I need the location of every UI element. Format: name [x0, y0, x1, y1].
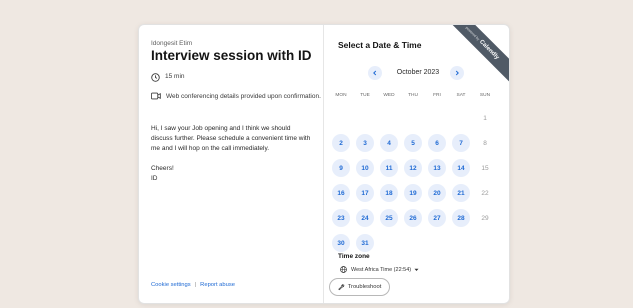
calendar-day-unavailable: 1 — [483, 114, 487, 122]
calendar-day-available[interactable]: 6 — [428, 134, 446, 152]
timezone-value: West Africa Time (22:54) — [351, 266, 412, 273]
footer-separator: | — [194, 282, 197, 288]
calendar-day-available[interactable]: 21 — [452, 184, 470, 202]
calendar-day-available[interactable]: 11 — [380, 159, 398, 177]
wrench-icon — [338, 283, 344, 290]
timezone-selector[interactable]: West Africa Time (22:54) — [340, 266, 423, 273]
location-row: Web conferencing details provided upon c… — [151, 92, 321, 101]
scheduler-heading: Select a Date & Time — [338, 40, 422, 50]
weekday-tue: TUE — [360, 93, 370, 98]
event-duration: 15 min — [165, 73, 185, 80]
powered-by-ribbon[interactable]: powered by Calendly — [437, 25, 509, 88]
troubleshoot-label: Troubleshoot — [347, 284, 382, 290]
previous-month-button[interactable] — [368, 66, 382, 80]
calendar-day-available[interactable]: 9 — [332, 159, 350, 177]
scheduler-panel: Select a Date & Time powered by Calendly… — [324, 25, 509, 303]
ribbon-brand: Calendly — [478, 39, 500, 61]
calendar-day-available[interactable]: 10 — [356, 159, 374, 177]
report-abuse-link[interactable]: Report abuse — [200, 282, 235, 288]
calendar-day-available[interactable]: 24 — [356, 209, 374, 227]
calendar-day-available[interactable]: 17 — [356, 184, 374, 202]
current-month: October 2023 — [396, 69, 440, 76]
calendar-day-available[interactable]: 7 — [452, 134, 470, 152]
video-camera-icon — [151, 92, 161, 100]
calendar-day-available[interactable]: 28 — [452, 209, 470, 227]
footer-links: Cookie settings | Report abuse — [151, 282, 235, 288]
calendar-day-available[interactable]: 23 — [332, 209, 350, 227]
globe-icon — [340, 266, 347, 273]
calendar-day-available[interactable]: 2 — [332, 134, 350, 152]
calendar-day-available[interactable]: 5 — [404, 134, 422, 152]
weekday-mon: MON — [335, 93, 347, 98]
clock-icon — [151, 73, 160, 82]
calendar-day-available[interactable]: 16 — [332, 184, 350, 202]
troubleshoot-button[interactable]: Troubleshoot — [329, 278, 390, 296]
duration-row: 15 min — [151, 73, 185, 82]
calendar-day-available[interactable]: 30 — [332, 234, 350, 252]
calendar-day-available[interactable]: 12 — [404, 159, 422, 177]
event-message: Hi, I saw your Job opening and I think w… — [151, 125, 311, 182]
event-details-panel: Idongesit Etim Interview session with ID… — [139, 25, 324, 303]
calendar-day-available[interactable]: 20 — [428, 184, 446, 202]
calendar-day-available[interactable]: 14 — [452, 159, 470, 177]
calendar-day-available[interactable]: 13 — [428, 159, 446, 177]
event-title: Interview session with ID — [151, 48, 312, 63]
weekday-sun: SUN — [479, 93, 491, 98]
cookie-settings-link[interactable]: Cookie settings — [151, 282, 191, 288]
calendar-day-unavailable: 29 — [481, 214, 489, 222]
timezone-label: Time zone — [338, 253, 370, 260]
weekday-thu: THU — [408, 93, 418, 98]
weekday-wed: WED — [383, 93, 395, 98]
caret-down-icon — [414, 268, 419, 271]
calendar-day-available[interactable]: 19 — [404, 184, 422, 202]
host-name: Idongesit Etim — [151, 40, 193, 47]
chevron-right-icon — [455, 70, 459, 76]
booking-card: Idongesit Etim Interview session with ID… — [138, 24, 510, 304]
ribbon-small-text: powered by — [464, 25, 481, 42]
calendar-day-available[interactable]: 31 — [356, 234, 374, 252]
calendar-day-available[interactable]: 3 — [356, 134, 374, 152]
next-month-button[interactable] — [450, 66, 464, 80]
calendar-day-available[interactable]: 18 — [380, 184, 398, 202]
event-location: Web conferencing details provided upon c… — [166, 93, 321, 100]
chevron-left-icon — [373, 70, 377, 76]
calendar-day-available[interactable]: 26 — [404, 209, 422, 227]
calendar-day-unavailable: 15 — [481, 164, 489, 172]
calendar-day-unavailable: 8 — [483, 139, 487, 147]
calendar-day-available[interactable]: 25 — [380, 209, 398, 227]
weekday-sat: SAT — [456, 93, 466, 98]
calendar-day-available[interactable]: 27 — [428, 209, 446, 227]
calendar-day-available[interactable]: 4 — [380, 134, 398, 152]
weekday-fri: FRI — [433, 93, 441, 98]
calendar-day-unavailable: 22 — [481, 189, 489, 197]
